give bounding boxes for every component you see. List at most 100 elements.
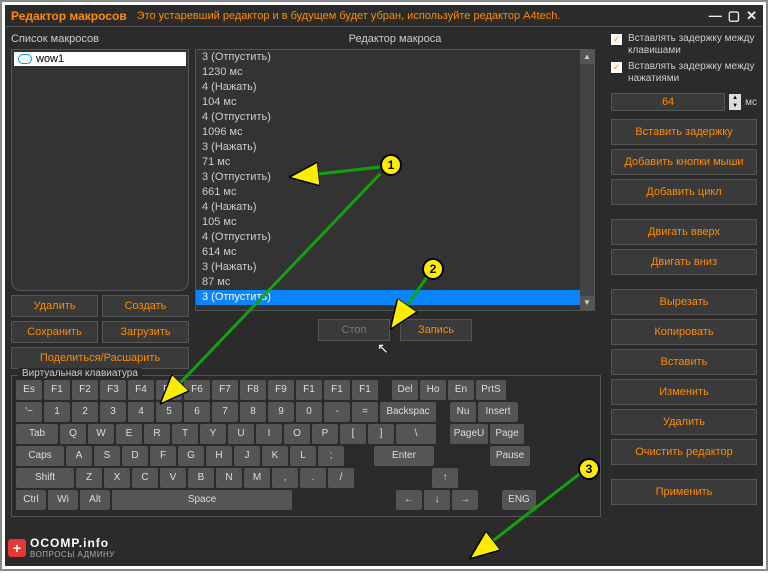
delay-spinner[interactable]: ▲ ▼: [729, 94, 741, 110]
key-/[interactable]: /: [328, 468, 354, 488]
insert-delay-button[interactable]: Вставить задержку: [611, 119, 757, 145]
add-cycle-button[interactable]: Добавить цикл: [611, 179, 757, 205]
key-1[interactable]: 1: [44, 402, 70, 422]
apply-button[interactable]: Применить: [611, 479, 757, 505]
editor-line[interactable]: 4 (Нажать): [196, 200, 580, 215]
key-f1[interactable]: F1: [352, 380, 378, 400]
key-ho[interactable]: Ho: [420, 380, 446, 400]
key-insert[interactable]: Insert: [478, 402, 518, 422]
key-j[interactable]: J: [234, 446, 260, 466]
editor-line[interactable]: 105 мс: [196, 215, 580, 230]
key-r[interactable]: R: [144, 424, 170, 444]
close-button[interactable]: ✕: [746, 8, 757, 24]
key-pause[interactable]: Pause: [490, 446, 530, 466]
key-p[interactable]: P: [312, 424, 338, 444]
editor-line[interactable]: 1096 мс: [196, 125, 580, 140]
editor-line[interactable]: 614 мс: [196, 245, 580, 260]
editor-line[interactable]: 661 мс: [196, 185, 580, 200]
editor-line[interactable]: 4 (Нажать): [196, 80, 580, 95]
editor-line[interactable]: 1230 мс: [196, 65, 580, 80]
key-←[interactable]: ←: [396, 490, 422, 510]
move-down-button[interactable]: Двигать вниз: [611, 249, 757, 275]
key-f4[interactable]: F4: [128, 380, 154, 400]
key-u[interactable]: U: [228, 424, 254, 444]
key-tab[interactable]: Tab: [16, 424, 58, 444]
delete-macro-button[interactable]: Удалить: [11, 295, 98, 317]
editor-line[interactable]: 104 мс: [196, 95, 580, 110]
key-l[interactable]: L: [290, 446, 316, 466]
key-9[interactable]: 9: [268, 402, 294, 422]
key-prts[interactable]: PrtS: [476, 380, 506, 400]
move-up-button[interactable]: Двигать вверх: [611, 219, 757, 245]
key-q[interactable]: Q: [60, 424, 86, 444]
key-,[interactable]: ,: [272, 468, 298, 488]
key-del[interactable]: Del: [392, 380, 418, 400]
macro-item[interactable]: wow1: [14, 52, 186, 66]
delay-between-keys-checkbox[interactable]: ✓ Вставлять задержку между клавишами: [611, 33, 757, 57]
key-v[interactable]: V: [160, 468, 186, 488]
key-ctrl[interactable]: Ctrl: [16, 490, 46, 510]
key-z[interactable]: Z: [76, 468, 102, 488]
key-e[interactable]: E: [116, 424, 142, 444]
macro-editor[interactable]: 3 (Отпустить)1230 мс4 (Нажать)104 мс4 (О…: [195, 49, 595, 311]
key-shift[interactable]: Shift: [16, 468, 74, 488]
key-d[interactable]: D: [122, 446, 148, 466]
key-c[interactable]: C: [132, 468, 158, 488]
key-f1[interactable]: F1: [44, 380, 70, 400]
key-f5[interactable]: F5: [156, 380, 182, 400]
key-pageu[interactable]: PageU: [450, 424, 488, 444]
key-=[interactable]: =: [352, 402, 378, 422]
key-y[interactable]: Y: [200, 424, 226, 444]
save-macro-button[interactable]: Сохранить: [11, 321, 98, 343]
copy-button[interactable]: Копировать: [611, 319, 757, 345]
spin-down-icon[interactable]: ▼: [729, 102, 741, 110]
key-nu[interactable]: Nu: [450, 402, 476, 422]
key-\[interactable]: \: [396, 424, 436, 444]
key-k[interactable]: K: [262, 446, 288, 466]
key-[[interactable]: [: [340, 424, 366, 444]
key-f8[interactable]: F8: [240, 380, 266, 400]
key-'~[interactable]: '~: [16, 402, 42, 422]
key-w[interactable]: W: [88, 424, 114, 444]
key-b[interactable]: B: [188, 468, 214, 488]
key-f1[interactable]: F1: [324, 380, 350, 400]
maximize-button[interactable]: ▢: [728, 8, 740, 24]
key-m[interactable]: M: [244, 468, 270, 488]
key-space[interactable]: Space: [112, 490, 292, 510]
edit-button[interactable]: Изменить: [611, 379, 757, 405]
key-g[interactable]: G: [178, 446, 204, 466]
delete-line-button[interactable]: Удалить: [611, 409, 757, 435]
key-eng[interactable]: ENG: [502, 490, 536, 510]
key-f3[interactable]: F3: [100, 380, 126, 400]
key-2[interactable]: 2: [72, 402, 98, 422]
key-f9[interactable]: F9: [268, 380, 294, 400]
stop-button[interactable]: Стоп: [318, 319, 390, 341]
key-page[interactable]: Page: [490, 424, 524, 444]
key-→[interactable]: →: [452, 490, 478, 510]
key-s[interactable]: S: [94, 446, 120, 466]
minimize-button[interactable]: —: [709, 8, 722, 24]
key-3[interactable]: 3: [100, 402, 126, 422]
clear-editor-button[interactable]: Очистить редактор: [611, 439, 757, 465]
key-h[interactable]: H: [206, 446, 232, 466]
key-4[interactable]: 4: [128, 402, 154, 422]
key-f7[interactable]: F7: [212, 380, 238, 400]
key-8[interactable]: 8: [240, 402, 266, 422]
delay-between-presses-checkbox[interactable]: ✓ Вставлять задержку между нажатиями: [611, 61, 757, 85]
editor-line[interactable]: 4 (Отпустить): [196, 110, 580, 125]
load-macro-button[interactable]: Загрузить: [102, 321, 189, 343]
key-es[interactable]: Es: [16, 380, 42, 400]
key-n[interactable]: N: [216, 468, 242, 488]
record-button[interactable]: Запись: [400, 319, 472, 341]
create-macro-button[interactable]: Создать: [102, 295, 189, 317]
key-][interactable]: ]: [368, 424, 394, 444]
key-.[interactable]: .: [300, 468, 326, 488]
editor-line[interactable]: 3 (Нажать): [196, 260, 580, 275]
key-wi[interactable]: Wi: [48, 490, 78, 510]
key-enter[interactable]: Enter: [374, 446, 434, 466]
key-alt[interactable]: Alt: [80, 490, 110, 510]
key-7[interactable]: 7: [212, 402, 238, 422]
key-f2[interactable]: F2: [72, 380, 98, 400]
key-en[interactable]: En: [448, 380, 474, 400]
key-6[interactable]: 6: [184, 402, 210, 422]
